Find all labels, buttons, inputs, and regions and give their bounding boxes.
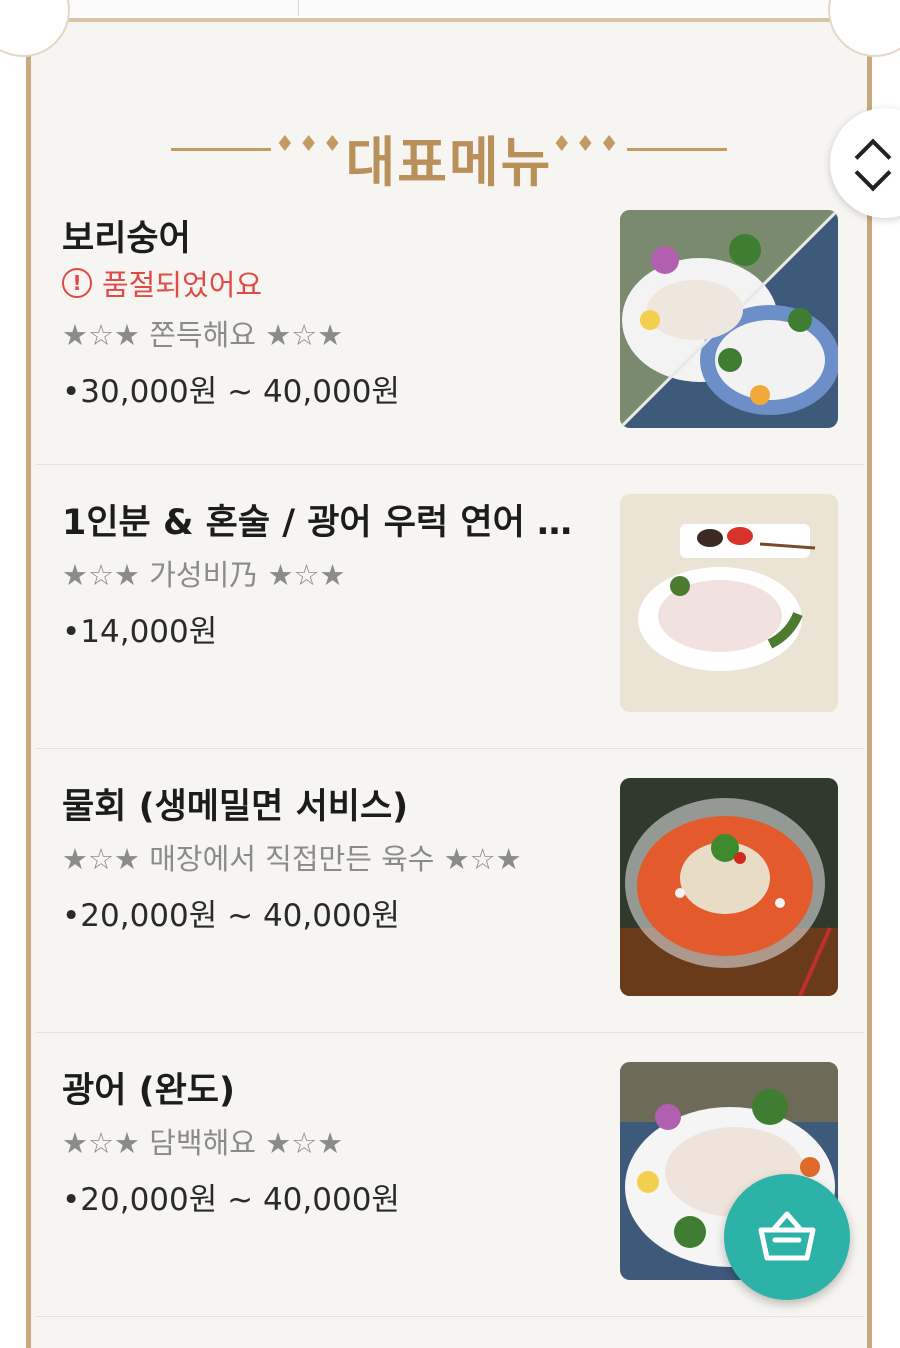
tab-segment <box>299 0 899 16</box>
menu-item-photo[interactable] <box>620 494 838 712</box>
menu-item-price: •20,000원 ~ 40,000원 <box>62 898 400 934</box>
menu-item-description: ★☆★ 담백해요 ★☆★ <box>62 1126 344 1160</box>
menu-item-price: •20,000원 ~ 40,000원 <box>62 1182 400 1218</box>
frame-corner-notch-left <box>0 0 70 57</box>
menu-item-description: ★☆★ 가성비乃 ★☆★ <box>62 558 346 592</box>
shopping-basket-icon <box>758 1211 816 1261</box>
menu-item[interactable]: 물회 (생메밀면 서비스) ★☆★ 매장에서 직접만든 육수 ★☆★ •20,0… <box>36 748 864 1033</box>
menu-item-price: •30,000원 ~ 40,000원 <box>62 374 400 410</box>
menu-item-name: 광어 (완도) <box>62 1071 235 1111</box>
single-serving-sashimi-image <box>620 494 838 712</box>
alert-circle-icon: ! <box>62 268 92 298</box>
frame-top-border <box>61 18 837 22</box>
menu-item-name: 1인분 & 혼술 / 광어 우럭 연어 숭... <box>62 503 592 543</box>
cart-button[interactable] <box>724 1174 850 1300</box>
section-heading: ♦♦♦ 대표메뉴 ♦♦♦ <box>31 114 867 194</box>
heading-line-right <box>627 148 727 151</box>
frame-corner-notch-right <box>828 0 900 57</box>
sold-out-status: ! 품절되었어요 <box>62 262 262 304</box>
sashimi-platter-image <box>620 210 838 428</box>
menu-item-name: 보리숭어 <box>62 219 191 259</box>
mulhoe-bowl-image <box>620 778 838 996</box>
menu-item-photo[interactable] <box>620 210 838 428</box>
menu-item-description: ★☆★ 매장에서 직접만든 육수 ★☆★ <box>62 842 522 876</box>
menu-item-photo[interactable] <box>620 778 838 996</box>
menu-item[interactable]: 보리숭어 ! 품절되었어요 ★☆★ 쫀득해요 ★☆★ •30,000원 ~ 40… <box>36 180 864 465</box>
menu-item[interactable]: 1인분 & 혼술 / 광어 우럭 연어 숭... ★☆★ 가성비乃 ★☆★ •1… <box>36 464 864 749</box>
sold-out-label: 품절되었어요 <box>102 268 263 302</box>
menu-item-description: ★☆★ 쫀득해요 ★☆★ <box>62 318 344 352</box>
top-tab-strip <box>0 0 900 16</box>
menu-item-name: 물회 (생메밀면 서비스) <box>62 787 409 827</box>
diamond-ornament-icon: ♦♦♦ <box>551 132 623 157</box>
menu-item-price: •14,000원 <box>62 614 218 650</box>
